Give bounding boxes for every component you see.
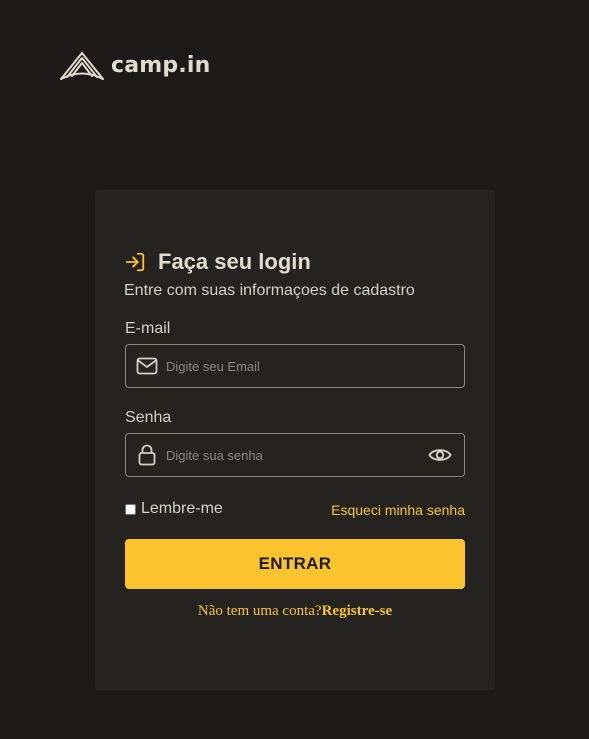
brand-name: camp.in [111,53,211,78]
remember-label: Lembre-me [141,500,223,517]
lock-icon [136,444,158,466]
signup-link[interactable]: Registre-se [322,603,393,619]
password-input[interactable] [158,434,427,476]
sign-in-icon [124,251,146,273]
forgot-password-link[interactable]: Esqueci minha senha [331,503,465,517]
login-heading: Faça seu login [124,251,311,273]
mail-icon [136,355,158,377]
login-card: Faça seu login Entre com suas informaçoe… [95,190,495,690]
login-subtitle: Entre com suas informaçoes de cadastro [124,282,415,299]
password-field[interactable] [125,433,465,477]
page-title: Faça seu login [158,249,311,274]
login-button[interactable]: ENTRAR [125,539,465,589]
remember-checkbox[interactable] [125,503,136,515]
signup-prompt: Não tem uma conta?Registre-se [95,604,495,619]
eye-icon[interactable] [427,444,453,466]
brand-logo[interactable]: camp.in [59,49,211,83]
signup-prompt-text: Não tem uma conta? [197,603,322,619]
email-input[interactable] [158,345,464,387]
tent-icon [59,50,105,82]
remember-me[interactable]: Lembre-me [125,501,223,517]
email-field[interactable] [125,344,465,388]
password-label: Senha [125,409,172,426]
email-label: E-mail [125,320,171,337]
login-page: camp.in Faça seu login Entre com suas in… [0,0,589,739]
